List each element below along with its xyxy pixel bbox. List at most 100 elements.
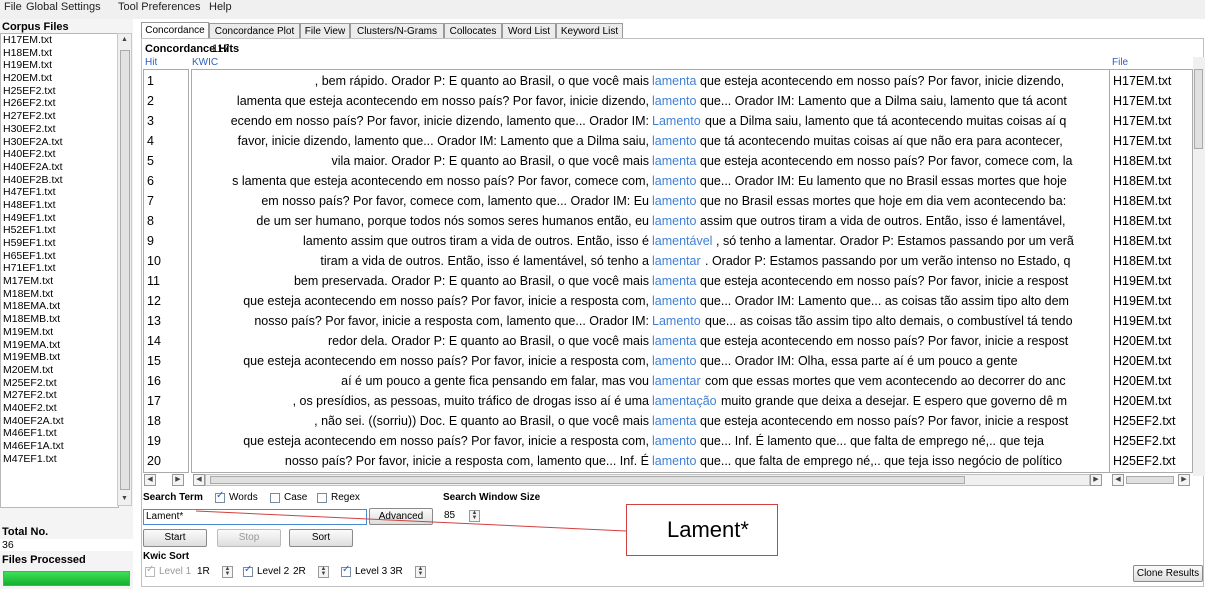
hit-file-name[interactable]: H17EM.txt [1113, 91, 1171, 111]
kwic-line[interactable]: nosso país? Por favor, inicie a resposta… [192, 451, 1110, 471]
kwic-line[interactable]: vila maior. Orador P: E quanto ao Brasil… [192, 151, 1110, 171]
kwic-keyword[interactable]: lamento [652, 351, 696, 371]
corpus-file-item[interactable]: M17EM.txt [1, 275, 118, 288]
corpus-file-list[interactable]: H17EM.txt H18EM.txt H19EM.txt H20EM.txt H25E… [0, 33, 119, 508]
vertical-scroll-thumb[interactable] [1194, 69, 1203, 149]
kwic-horizontal-thumb[interactable] [210, 476, 965, 484]
corpus-file-item[interactable]: H27EF2.txt [1, 110, 118, 123]
corpus-file-item[interactable]: M27EF2.txt [1, 389, 118, 402]
corpus-file-item[interactable]: H18EM.txt [1, 47, 118, 60]
kwic-line[interactable]: , bem rápido. Orador P: E quanto ao Bras… [192, 71, 1110, 91]
hit-file-name[interactable]: H18EM.txt [1113, 191, 1171, 211]
column-header-file[interactable]: File [1112, 57, 1128, 68]
corpus-file-item[interactable]: H20EM.txt [1, 72, 118, 85]
corpus-file-item[interactable]: H59EF1.txt [1, 237, 118, 250]
kwic-keyword[interactable]: lamentar [652, 251, 701, 271]
hit-scroll-right-icon[interactable]: ▶ [172, 474, 184, 486]
corpus-file-item[interactable]: M18EM.txt [1, 288, 118, 301]
kwic-line[interactable]: , não sei. ((sorriu)) Doc. E quanto ao B… [192, 411, 1110, 431]
level1-spinner[interactable]: 1R ▲ ▼ [197, 565, 233, 579]
level3-spinner[interactable]: 3R ▲ ▼ [390, 565, 426, 579]
hit-file-name[interactable]: H18EM.txt [1113, 171, 1171, 191]
corpus-file-item[interactable]: H17EM.txt [1, 34, 118, 47]
hit-file-name[interactable]: H17EM.txt [1113, 131, 1171, 151]
kwic-keyword[interactable]: lamento [652, 171, 696, 191]
file-horizontal-thumb[interactable] [1126, 476, 1174, 484]
kwic-line[interactable]: , os presídios, as pessoas, muito tráfic… [192, 391, 1110, 411]
spinner-arrows-icon[interactable]: ▲ ▼ [222, 566, 233, 578]
tab-clusters-ngrams[interactable]: Clusters/N-Grams [350, 23, 444, 38]
file-scroll-left-icon[interactable]: ◀ [1112, 474, 1124, 486]
kwic-line[interactable]: bem preservada. Orador P: E quanto ao Br… [192, 271, 1110, 291]
words-checkbox[interactable] [215, 490, 225, 503]
corpus-file-item[interactable]: M19EMB.txt [1, 351, 118, 364]
kwic-keyword[interactable]: Lamento [652, 311, 701, 331]
tab-concordance-plot[interactable]: Concordance Plot [209, 23, 300, 38]
corpus-file-item[interactable]: M19EM.txt [1, 326, 118, 339]
search-window-size-spinner[interactable]: 85 ▲ ▼ [444, 509, 480, 523]
corpus-file-item[interactable]: M47EF1.txt [1, 453, 118, 466]
kwic-line[interactable]: que esteja acontecendo em nosso país? Po… [192, 431, 1110, 451]
hit-file-name[interactable]: H20EM.txt [1113, 371, 1171, 391]
kwic-line[interactable]: favor, inicie dizendo, lamento que... Or… [192, 131, 1110, 151]
tab-keyword-list[interactable]: Keyword List [556, 23, 623, 38]
tab-file-view[interactable]: File View [300, 23, 350, 38]
hit-file-name[interactable]: H20EM.txt [1113, 331, 1171, 351]
menu-global-settings[interactable]: Global Settings [26, 1, 101, 13]
corpus-file-item[interactable]: M19EMA.txt [1, 339, 118, 352]
tab-word-list[interactable]: Word List [502, 23, 556, 38]
results-vertical-scrollbar[interactable] [1193, 57, 1205, 476]
hit-file-name[interactable]: H18EM.txt [1113, 151, 1171, 171]
corpus-file-item[interactable]: M46EF1.txt [1, 427, 118, 440]
kwic-scroll-left-icon[interactable]: ◀ [193, 474, 205, 486]
corpus-file-item[interactable]: M25EF2.txt [1, 377, 118, 390]
kwic-line[interactable]: que esteja acontecendo em nosso país? Po… [192, 291, 1110, 311]
column-header-kwic[interactable]: KWIC [192, 57, 218, 68]
corpus-file-item[interactable]: H71EF1.txt [1, 262, 118, 275]
corpus-file-item[interactable]: H40EF2.txt [1, 148, 118, 161]
hit-file-name[interactable]: H20EM.txt [1113, 351, 1171, 371]
stop-button[interactable]: Stop [217, 529, 281, 547]
corpus-file-item[interactable]: H65EF1.txt [1, 250, 118, 263]
hit-file-name[interactable]: H17EM.txt [1113, 111, 1171, 131]
menu-help[interactable]: Help [209, 1, 232, 13]
kwic-keyword[interactable]: lamentável [652, 231, 712, 251]
hit-file-name[interactable]: H25EF2.txt [1113, 431, 1176, 451]
corpus-file-item[interactable]: H49EF1.txt [1, 212, 118, 225]
scroll-thumb[interactable] [120, 50, 130, 490]
kwic-keyword[interactable]: lamento [652, 191, 696, 211]
clone-results-button[interactable]: Clone Results [1133, 565, 1203, 582]
hit-file-name[interactable]: H25EF2.txt [1113, 451, 1176, 471]
spinner-arrows-icon[interactable]: ▲ ▼ [415, 566, 426, 578]
kwic-keyword[interactable]: lamento [652, 451, 696, 471]
hit-file-name[interactable]: H18EM.txt [1113, 251, 1171, 271]
file-scroll-right-icon[interactable]: ▶ [1178, 474, 1190, 486]
sort-button[interactable]: Sort [289, 529, 353, 547]
kwic-line[interactable]: ecendo em nosso país? Por favor, inicie … [192, 111, 1110, 131]
corpus-file-item[interactable]: M40EF2.txt [1, 402, 118, 415]
hit-file-name[interactable]: H20EM.txt [1113, 391, 1171, 411]
kwic-column[interactable]: , bem rápido. Orador P: E quanto ao Bras… [191, 69, 1111, 473]
hit-file-name[interactable]: H18EM.txt [1113, 211, 1171, 231]
scroll-down-icon[interactable]: ▼ [121, 495, 128, 502]
file-list-scrollbar[interactable]: ▲ ▼ [117, 33, 132, 506]
corpus-file-item[interactable]: H30EF2A.txt [1, 136, 118, 149]
tab-concordance[interactable]: Concordance [141, 22, 209, 39]
case-checkbox[interactable] [270, 493, 280, 503]
corpus-file-item[interactable]: H30EF2.txt [1, 123, 118, 136]
kwic-line[interactable]: lamenta que esteja acontecendo em nosso … [192, 91, 1110, 111]
menu-file[interactable]: File [4, 1, 22, 13]
scroll-up-icon[interactable]: ▲ [121, 36, 128, 43]
kwic-keyword[interactable]: lamentação [652, 391, 717, 411]
tab-collocates[interactable]: Collocates [444, 23, 502, 38]
kwic-line[interactable]: de um ser humano, porque todos nós somos… [192, 211, 1110, 231]
kwic-keyword[interactable]: Lamento [652, 111, 701, 131]
level1-checkbox[interactable] [145, 564, 155, 577]
advanced-button[interactable]: Advanced [369, 508, 433, 525]
corpus-file-item[interactable]: H40EF2A.txt [1, 161, 118, 174]
corpus-file-item[interactable]: H47EF1.txt [1, 186, 118, 199]
kwic-line[interactable]: nosso país? Por favor, inicie a resposta… [192, 311, 1110, 331]
kwic-line[interactable]: em nosso país? Por favor, comece com, la… [192, 191, 1110, 211]
level2-spinner[interactable]: 2R ▲ ▼ [293, 565, 329, 579]
kwic-keyword[interactable]: lamento [652, 91, 696, 111]
